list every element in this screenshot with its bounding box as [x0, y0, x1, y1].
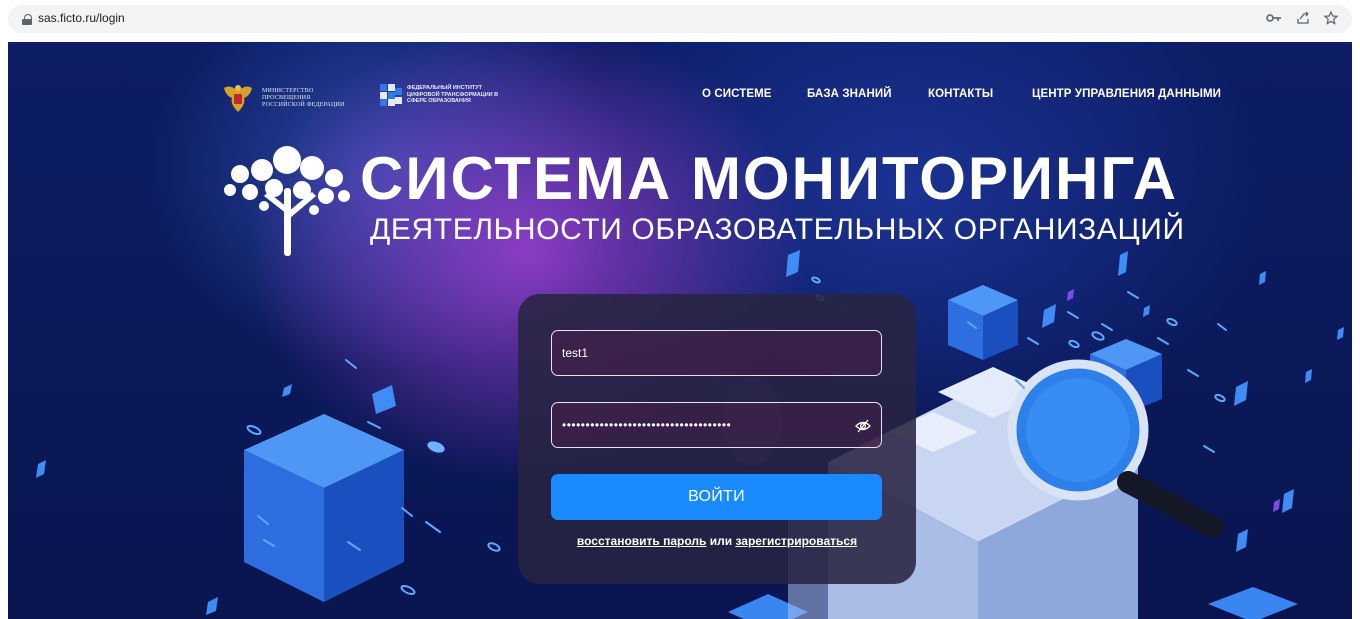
- institute-logo[interactable]: ФЕДЕРАЛЬНЫЙ ИНСТИТУТ ЦИФРОВОЙ ТРАНСФОРМА…: [380, 84, 507, 106]
- login-button[interactable]: ВОЙТИ: [551, 474, 882, 520]
- username-input[interactable]: [552, 331, 881, 375]
- or-text: или: [709, 534, 736, 548]
- institute-logo-text: ФЕДЕРАЛЬНЫЙ ИНСТИТУТ ЦИФРОВОЙ ТРАНСФОРМА…: [407, 85, 499, 105]
- nav-data-center[interactable]: ЦЕНТР УПРАВЛЕНИЯ ДАННЫМИ: [1032, 88, 1221, 100]
- eye-off-icon[interactable]: [855, 418, 871, 434]
- url-text[interactable]: sas.ficto.ru/login: [38, 11, 125, 25]
- institute-mark-icon: [380, 84, 402, 106]
- tree-logo-icon: [224, 146, 350, 256]
- browser-toolbar: sas.ficto.ru/login: [0, 0, 1360, 38]
- address-bar[interactable]: sas.ficto.ru/login: [8, 5, 1352, 33]
- nav-about[interactable]: О СИСТЕМЕ: [702, 88, 772, 100]
- ministry-logo-text: МИНИСТЕРСТВО ПРОСВЕЩЕНИЯ РОССИЙСКОЙ ФЕДЕ…: [262, 87, 345, 108]
- login-form: ВОЙТИ восстановить пароль или зарегистри…: [518, 294, 916, 584]
- key-icon[interactable]: [1266, 11, 1282, 25]
- password-field[interactable]: [551, 402, 882, 448]
- auth-links: восстановить пароль или зарегистрировать…: [518, 534, 916, 548]
- star-icon[interactable]: [1324, 11, 1338, 25]
- register-link[interactable]: зарегистрироваться: [735, 534, 857, 548]
- page-subtitle: ДЕЯТЕЛЬНОСТИ ОБРАЗОВАТЕЛЬНЫХ ОРГАНИЗАЦИЙ: [370, 213, 1185, 246]
- recover-password-link[interactable]: восстановить пароль: [577, 534, 707, 548]
- lock-icon[interactable]: [22, 14, 32, 25]
- share-icon[interactable]: [1296, 11, 1310, 25]
- nav-contacts[interactable]: КОНТАКТЫ: [928, 88, 993, 100]
- password-input[interactable]: [552, 403, 881, 447]
- page-title: СИСТЕМА МОНИТОРИНГА: [360, 145, 1178, 212]
- hero-section: МИНИСТЕРСТВО ПРОСВЕЩЕНИЯ РОССИЙСКОЙ ФЕДЕ…: [8, 42, 1352, 619]
- ministry-logo[interactable]: МИНИСТЕРСТВО ПРОСВЕЩЕНИЯ РОССИЙСКОЙ ФЕДЕ…: [220, 82, 346, 114]
- username-field[interactable]: [551, 330, 882, 376]
- nav-knowledge-base[interactable]: БАЗА ЗНАНИЙ: [807, 88, 892, 100]
- coat-of-arms-icon: [224, 85, 252, 112]
